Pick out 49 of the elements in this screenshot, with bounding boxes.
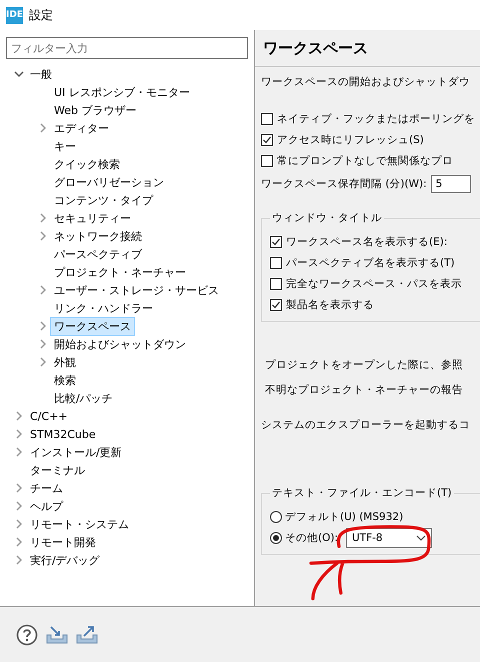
- tree-item[interactable]: ネットワーク接続: [50, 226, 146, 246]
- radio-label: デフォルト(U) (MS932): [285, 510, 404, 524]
- tree-item[interactable]: セキュリティー: [50, 208, 135, 228]
- checkbox-label: 製品名を表示する: [286, 298, 374, 312]
- checkbox-label: ワークスペース名を表示する(E):: [286, 234, 448, 248]
- setting-label: プロジェクトをオープンした際に、参照: [265, 358, 463, 372]
- tree-item[interactable]: 比較/パッチ: [50, 388, 117, 408]
- tree-item[interactable]: プロジェクト・ネーチャー: [50, 262, 190, 282]
- tree-item[interactable]: 実行/デバッグ: [26, 550, 104, 570]
- tree-item[interactable]: リモート・システム: [26, 514, 133, 534]
- setting-label: 不明なプロジェクト・ネーチャーの報告: [265, 382, 463, 396]
- filter-field[interactable]: フィルター入力: [6, 37, 248, 59]
- tree-item[interactable]: クイック検索: [50, 154, 124, 174]
- checkbox-label: パースペクティブ名を表示する(T): [286, 256, 455, 270]
- tree-item[interactable]: グローバリゼーション: [50, 172, 168, 192]
- tree-item[interactable]: ターミナル: [26, 460, 89, 480]
- window-title: 設定: [29, 6, 53, 24]
- setting-label: システムのエクスプローラーを起動するコ: [261, 418, 470, 432]
- tree-item[interactable]: 開始およびシャットダウン: [50, 334, 190, 354]
- checkbox-label: 常にプロンプトなしで無関係なプロ: [277, 154, 453, 168]
- tree-item[interactable]: リンク・ハンドラー: [50, 298, 157, 318]
- tree-item[interactable]: UI レスポンシブ・モニター: [50, 82, 194, 102]
- interval-field[interactable]: 5: [430, 174, 471, 192]
- tree-item[interactable]: キー: [50, 136, 80, 156]
- checkbox-label: ネイティブ・フックまたはポーリングを: [277, 112, 475, 126]
- page-title: ワークスペース: [255, 30, 480, 67]
- tree-item[interactable]: C/C++: [26, 408, 72, 424]
- tree-item[interactable]: パースペクティブ: [50, 244, 146, 264]
- tree-item[interactable]: 外観: [50, 352, 80, 372]
- tree-item[interactable]: Web ブラウザー: [50, 100, 140, 120]
- tree-item[interactable]: 一般: [26, 64, 56, 84]
- tree-item[interactable]: リモート開発: [26, 532, 100, 552]
- tree-item[interactable]: STM32Cube: [26, 426, 100, 442]
- tree-item[interactable]: ワークスペース: [50, 316, 135, 336]
- field-label: ワークスペース保存間隔 (分)(W):: [261, 176, 427, 190]
- tree-item[interactable]: ヘルプ: [26, 496, 67, 516]
- checkbox-label: アクセス時にリフレッシュ(S): [277, 132, 424, 146]
- description-text: ワークスペースの開始およびシャットダウ: [261, 74, 470, 88]
- tree-item[interactable]: 検索: [50, 370, 80, 390]
- tree-item[interactable]: インストール/更新: [26, 442, 126, 462]
- group-title: テキスト・ファイル・エンコード(T): [270, 486, 454, 500]
- tree-item[interactable]: コンテンツ・タイプ: [50, 190, 157, 210]
- group-title: ウィンドウ・タイトル: [270, 211, 384, 225]
- checkbox-label: 完全なワークスペース・パスを表示: [286, 276, 462, 290]
- tree-item[interactable]: エディター: [50, 118, 113, 138]
- app-logo: IDE: [6, 6, 23, 24]
- tree-item[interactable]: チーム: [26, 478, 67, 498]
- tree-item[interactable]: ユーザー・ストレージ・サービス: [50, 280, 223, 300]
- radio-label: その他(O):: [285, 530, 338, 544]
